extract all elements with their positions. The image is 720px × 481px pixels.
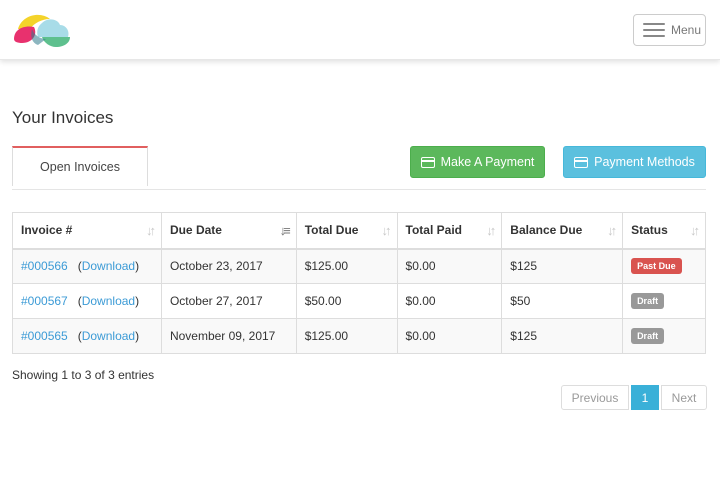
next-page-button[interactable]: Next	[661, 385, 707, 410]
download-link[interactable]: Download	[82, 294, 135, 308]
invoice-link[interactable]: #000565	[21, 329, 68, 343]
previous-page-button[interactable]: Previous	[561, 385, 629, 410]
balance-due-cell: $125	[501, 318, 624, 354]
invoice-link[interactable]: #000567	[21, 294, 68, 308]
column-header-due-date[interactable]: Due Date ↓≡	[160, 212, 297, 250]
column-header-invoice[interactable]: Invoice # ↓↑	[12, 212, 162, 250]
page-title: Your Invoices	[12, 108, 114, 127]
menu-label: Menu	[671, 23, 702, 37]
brand-logo-icon[interactable]	[12, 9, 72, 51]
hamburger-icon	[643, 23, 665, 37]
total-paid-cell: $0.00	[396, 318, 503, 354]
make-payment-label: Make A Payment	[440, 155, 535, 169]
invoice-link[interactable]: #000566	[21, 259, 68, 273]
pagination: Previous 1 Next	[561, 385, 707, 410]
payment-methods-button[interactable]: Payment Methods	[563, 146, 706, 178]
make-payment-button[interactable]: Make A Payment	[410, 146, 545, 178]
download-link[interactable]: Download	[82, 329, 135, 343]
invoices-table: Invoice # ↓↑ Due Date ↓≡ Total Due ↓↑ Total…	[12, 212, 706, 354]
tab-open-invoices[interactable]: Open Invoices	[12, 146, 148, 186]
status-badge: Past Due	[631, 258, 682, 275]
sort-ascending-icon: ↓≡	[279, 223, 291, 238]
column-header-total-due[interactable]: Total Due ↓↑	[295, 212, 398, 250]
column-header-status[interactable]: Status ↓↑	[622, 212, 706, 250]
sort-icon: ↓↑	[690, 223, 700, 238]
column-header-balance-due[interactable]: Balance Due ↓↑	[501, 212, 624, 250]
sort-icon: ↓↑	[486, 223, 496, 238]
balance-due-cell: $125	[501, 248, 624, 284]
total-paid-cell: $0.00	[396, 283, 503, 319]
total-due-cell: $50.00	[295, 283, 398, 319]
balance-due-cell: $50	[501, 283, 624, 319]
navbar: Menu	[0, 0, 720, 60]
table-row: #000565 (Download) November 09, 2017 $12…	[12, 318, 706, 354]
due-date-cell: October 23, 2017	[160, 248, 297, 284]
table-info: Showing 1 to 3 of 3 entries	[12, 368, 155, 382]
current-page-button[interactable]: 1	[631, 385, 659, 410]
due-date-cell: November 09, 2017	[160, 318, 297, 354]
total-due-cell: $125.00	[295, 248, 398, 284]
total-paid-cell: $0.00	[396, 248, 503, 284]
sort-icon: ↓↑	[145, 223, 156, 238]
sort-icon: ↓↑	[607, 223, 617, 238]
column-header-total-paid[interactable]: Total Paid ↓↑	[396, 212, 503, 250]
credit-card-icon	[574, 156, 589, 168]
due-date-cell: October 27, 2017	[160, 283, 297, 319]
download-link[interactable]: Download	[82, 259, 135, 273]
table-row: #000566 (Download) October 23, 2017 $125…	[12, 248, 706, 284]
credit-card-icon	[420, 156, 435, 168]
status-badge: Draft	[631, 293, 665, 309]
menu-button[interactable]: Menu	[633, 14, 706, 46]
sort-icon: ↓↑	[381, 223, 392, 238]
status-badge: Draft	[631, 328, 665, 344]
payment-methods-label: Payment Methods	[594, 155, 695, 169]
table-row: #000567 (Download) October 27, 2017 $50.…	[12, 283, 706, 319]
total-due-cell: $125.00	[295, 318, 398, 354]
table-header-row: Invoice # ↓↑ Due Date ↓≡ Total Due ↓↑ Total…	[12, 212, 706, 250]
